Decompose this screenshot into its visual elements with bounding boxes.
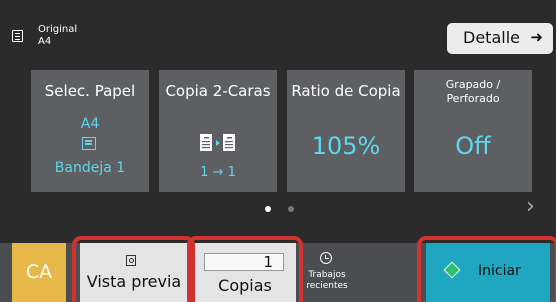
recent-jobs-line1: Trabajos <box>308 270 346 280</box>
highlight-preview <box>72 236 195 302</box>
staple-title-line1: Grapado / <box>445 78 501 91</box>
original-size: A4 <box>38 36 52 47</box>
paper-size: A4 <box>80 116 100 132</box>
paper-select-title: Selec. Papel <box>44 82 136 100</box>
paper-select-tile[interactable]: Selec. Papel A4 Bandeja 1 <box>31 70 149 192</box>
recent-jobs-line2: recientes <box>306 281 348 291</box>
chevron-right-icon[interactable]: › <box>526 194 535 219</box>
duplex-copy-icon <box>200 134 235 151</box>
history-icon <box>320 252 332 264</box>
copy-ratio-tile[interactable]: Ratio de Copia 105% <box>287 70 405 192</box>
detail-label: Detalle <box>463 28 520 47</box>
clear-all-button[interactable]: CA <box>12 243 66 302</box>
copy-screen: Original A4 Detalle ➜ Selec. Papel A4 Ba… <box>0 0 556 302</box>
page-dot-active <box>265 206 271 212</box>
copy-ratio-value: 105% <box>311 132 381 160</box>
arrow-right-icon: ➜ <box>530 28 543 46</box>
staple-punch-value: Off <box>455 132 491 160</box>
highlight-copies <box>187 236 303 302</box>
duplex-title: Copia 2-Caras <box>165 82 271 100</box>
document-icon <box>12 30 23 42</box>
paper-tray-icon <box>82 137 96 150</box>
highlight-start <box>417 236 556 302</box>
staple-title-line2: Perforado <box>446 92 500 105</box>
recent-jobs-button[interactable]: Trabajos recientes <box>304 243 350 302</box>
duplex-mode: 1 → 1 <box>200 165 236 180</box>
copy-ratio-title: Ratio de Copia <box>291 82 401 100</box>
duplex-copy-tile[interactable]: Copia 2-Caras 1 → 1 <box>159 70 277 192</box>
original-label: Original <box>38 24 78 35</box>
page-dot-inactive <box>288 206 294 212</box>
staple-punch-title: Grapado / Perforado <box>414 78 532 106</box>
detail-button[interactable]: Detalle ➜ <box>447 23 553 54</box>
paper-tray: Bandeja 1 <box>54 160 126 176</box>
staple-punch-tile[interactable]: Grapado / Perforado Off <box>414 70 532 192</box>
